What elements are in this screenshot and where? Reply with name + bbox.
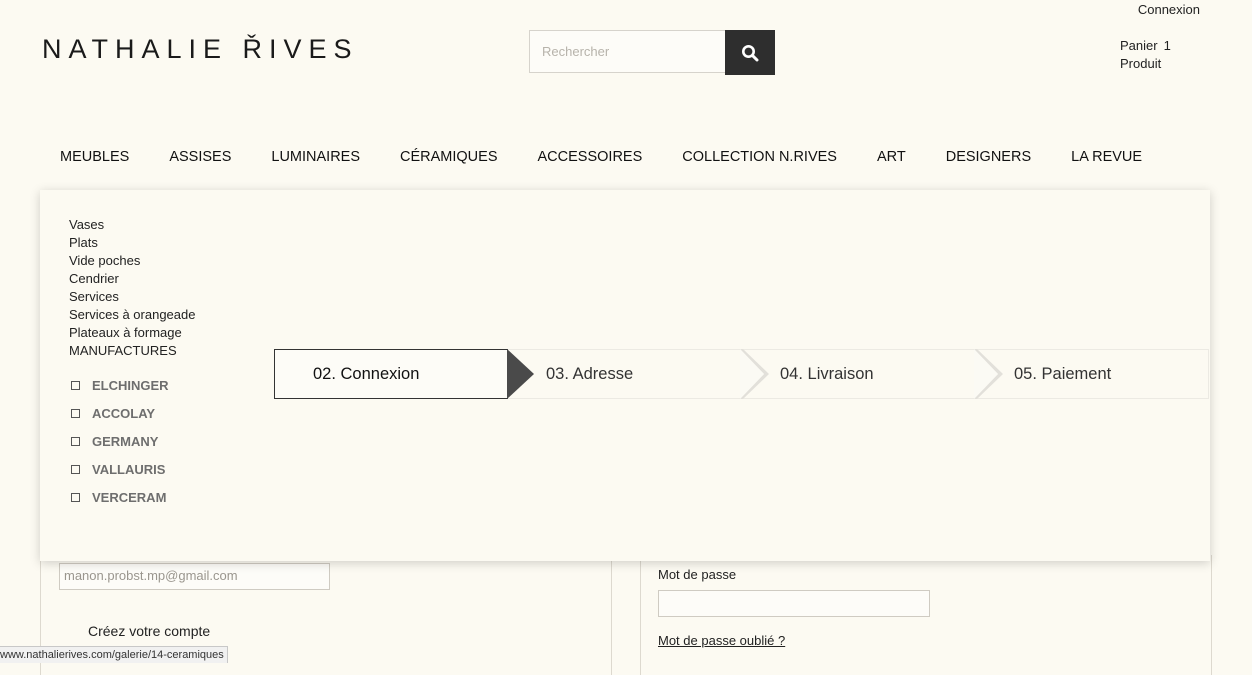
category-item-services-orangeade[interactable]: Services à orangeade <box>69 306 195 324</box>
search-button[interactable] <box>725 30 775 75</box>
main-nav: MEUBLES ASSISES LUMINAIRES CÉRAMIQUES AC… <box>40 149 1162 165</box>
category-item-services[interactable]: Services <box>69 288 195 306</box>
nav-item-art[interactable]: ART <box>857 149 926 165</box>
step-paiement[interactable]: 05. Paiement <box>976 349 1209 399</box>
category-item-manufactures[interactable]: MANUFACTURES <box>69 342 195 360</box>
step-connexion[interactable]: 02. Connexion <box>274 349 508 399</box>
step-livraison[interactable]: 04. Livraison <box>742 349 976 399</box>
email-field[interactable]: manon.probst.mp@gmail.com <box>59 563 330 590</box>
chevron-right-icon <box>974 349 1003 399</box>
manufacturer-item-verceram[interactable]: VERCERAM <box>69 483 169 511</box>
checkbox[interactable] <box>71 492 80 502</box>
cart-summary[interactable]: Panier 1 Produit <box>1120 37 1171 73</box>
nav-item-la-revue[interactable]: LA REVUE <box>1051 149 1162 165</box>
status-bar-url: www.nathalierives.com/galerie/14-ceramiq… <box>0 646 228 663</box>
category-list: Vases Plats Vide poches Cendrier Service… <box>69 216 195 360</box>
nav-item-designers[interactable]: DESIGNERS <box>926 149 1051 165</box>
nav-item-assises[interactable]: ASSISES <box>149 149 251 165</box>
manufacturer-item-accolay[interactable]: ACCOLAY <box>69 399 169 427</box>
manufacturer-label: VALLAURIS <box>92 461 166 477</box>
checkbox[interactable] <box>71 408 80 418</box>
nav-item-ceramiques[interactable]: CÉRAMIQUES <box>380 149 518 165</box>
cart-line: Panier 1 <box>1120 37 1171 55</box>
nav-item-accessoires[interactable]: ACCESSOIRES <box>518 149 663 165</box>
step-adresse[interactable]: 03. Adresse <box>508 349 742 399</box>
create-account-button[interactable]: Créez votre compte <box>88 623 210 639</box>
manufacturer-item-germany[interactable]: GERMANY <box>69 427 169 455</box>
category-item-vases[interactable]: Vases <box>69 216 195 234</box>
category-item-plats[interactable]: Plats <box>69 234 195 252</box>
nav-item-collection[interactable]: COLLECTION N.RIVES <box>662 149 857 165</box>
checkout-steps: 03. Adresse 04. Livraison 05. Paiement 0… <box>274 349 1209 399</box>
manufacturer-label: ELCHINGER <box>92 377 169 393</box>
password-field[interactable] <box>658 590 930 617</box>
cart-label: Panier <box>1120 38 1158 53</box>
forgot-password-link[interactable]: Mot de passe oublié ? <box>658 633 785 648</box>
login-link[interactable]: Connexion <box>1138 2 1200 17</box>
chevron-right-icon <box>740 349 769 399</box>
manufacturer-label: ACCOLAY <box>92 405 156 421</box>
manufacturer-label: GERMANY <box>92 433 159 449</box>
manufacturer-item-elchinger[interactable]: ELCHINGER <box>69 371 169 399</box>
nav-item-luminaires[interactable]: LUMINAIRES <box>251 149 380 165</box>
manufacturer-item-vallauris[interactable]: VALLAURIS <box>69 455 169 483</box>
category-item-cendrier[interactable]: Cendrier <box>69 270 195 288</box>
category-item-vide-poches[interactable]: Vide poches <box>69 252 195 270</box>
checkbox[interactable] <box>71 436 80 446</box>
site-logo[interactable]: NATHALIE ŘIVES <box>42 34 359 65</box>
nav-item-meubles[interactable]: MEUBLES <box>40 149 149 165</box>
search-icon <box>742 44 759 61</box>
manufacturer-list: ELCHINGER ACCOLAY GERMANY VALLAURIS VERC… <box>69 371 169 511</box>
manufacturer-label: VERCERAM <box>92 489 167 505</box>
search-input[interactable] <box>529 30 725 73</box>
step-label: 02. Connexion <box>313 364 420 383</box>
password-label: Mot de passe <box>658 567 737 582</box>
checkbox[interactable] <box>71 464 80 474</box>
checkbox[interactable] <box>71 380 80 390</box>
chevron-right-icon <box>507 349 534 399</box>
cart-unit: Produit <box>1120 56 1162 71</box>
ceramiques-dropdown: Vases Plats Vide poches Cendrier Service… <box>40 190 1210 561</box>
search-bar <box>529 30 776 75</box>
cart-count: 1 <box>1163 38 1171 53</box>
category-item-plateaux[interactable]: Plateaux à formage <box>69 324 195 342</box>
